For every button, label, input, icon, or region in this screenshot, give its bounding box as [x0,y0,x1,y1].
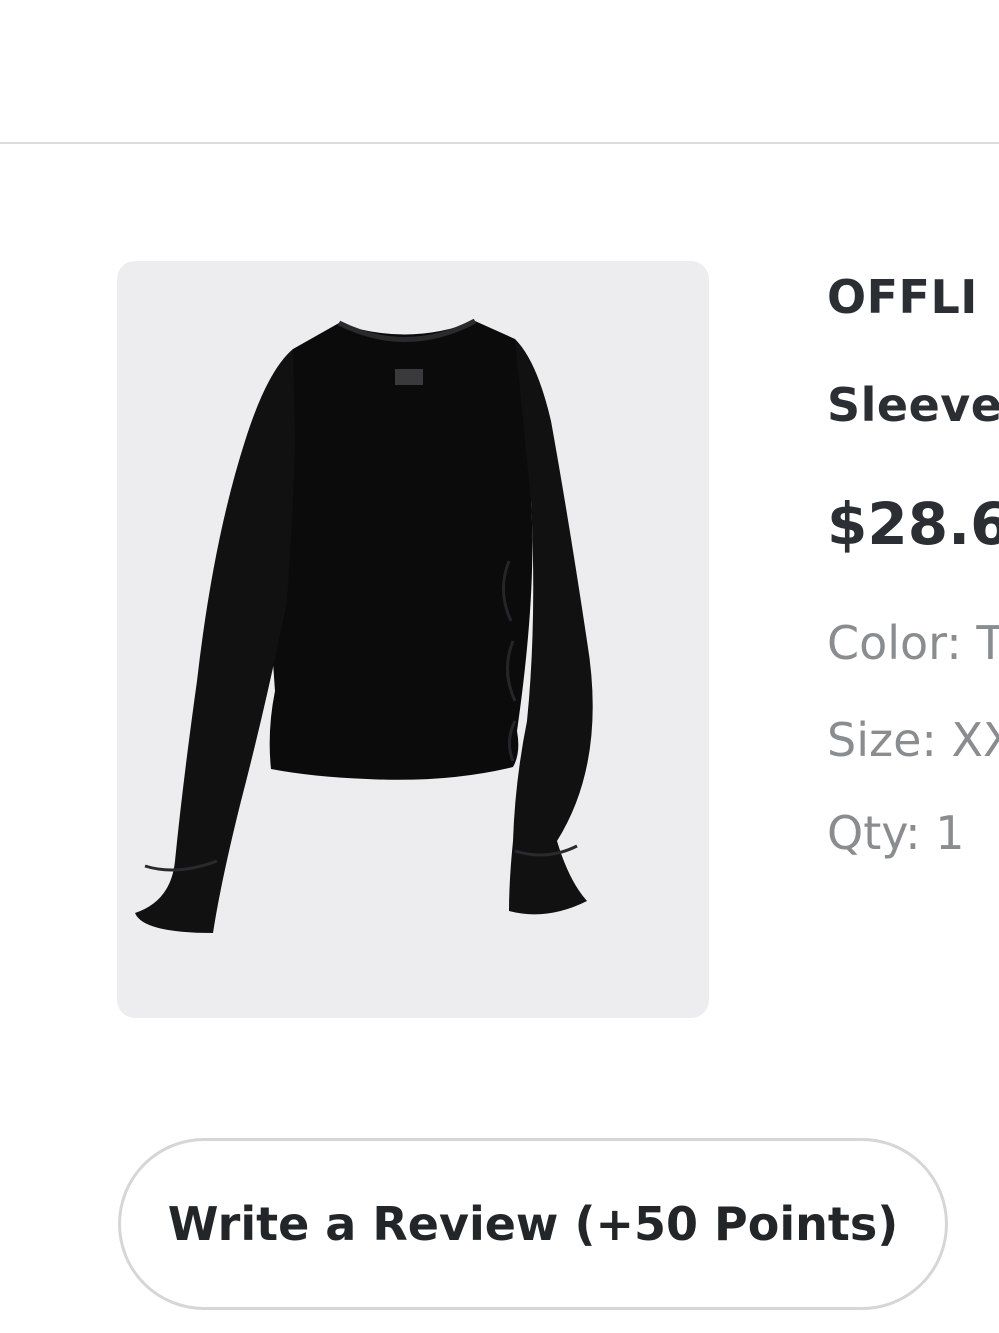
product-quantity: Qty: 1 [827,806,965,860]
header-divider [0,142,999,144]
product-title-line-1[interactable]: OFFLI [827,270,978,324]
product-color: Color: T [827,616,999,670]
product-price: $28.6 [827,490,999,558]
write-review-button[interactable]: Write a Review (+50 Points) [118,1138,948,1310]
product-title-line-2[interactable]: Sleeve [827,378,999,432]
shirt-icon [135,318,593,933]
product-image[interactable] [117,261,709,1018]
product-size: Size: XX [827,713,999,767]
